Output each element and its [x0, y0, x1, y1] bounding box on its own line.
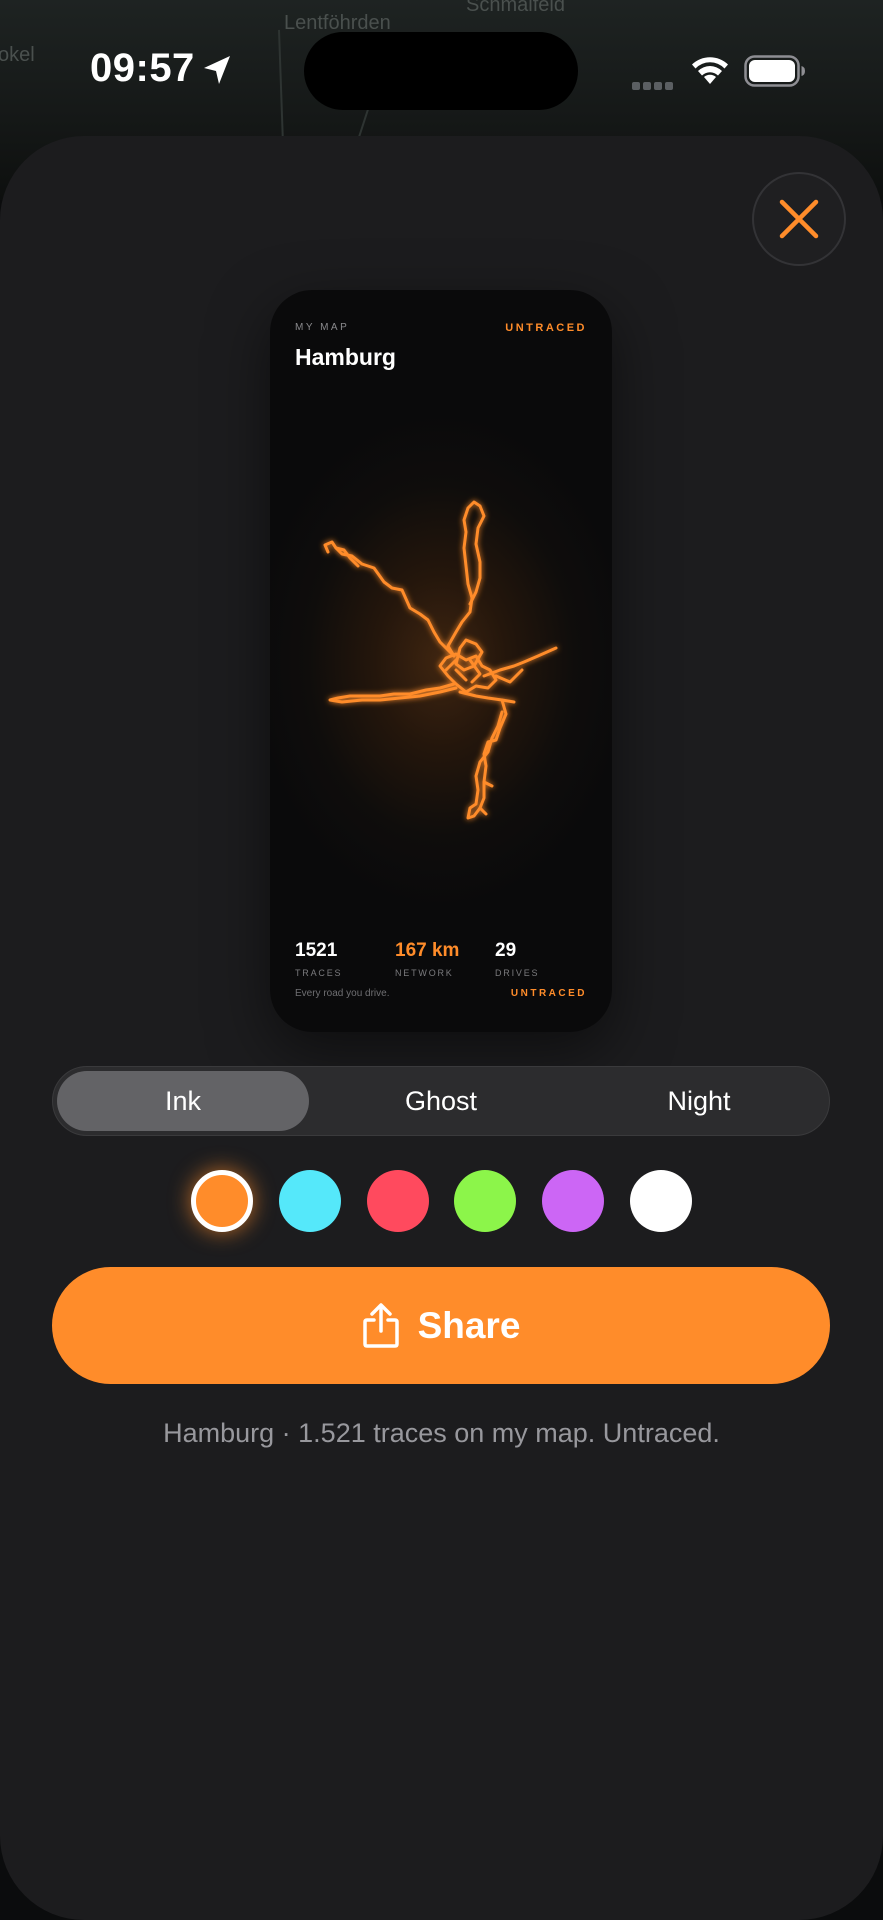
stat-value: 29	[495, 940, 517, 961]
color-swatch-cyan[interactable]	[279, 1170, 341, 1232]
trace-map	[323, 500, 558, 820]
style-option-ink[interactable]: Ink	[57, 1071, 309, 1131]
location-arrow-icon	[204, 56, 230, 84]
color-swatch-orange[interactable]	[191, 1170, 253, 1232]
status-time: 09:57	[90, 46, 195, 90]
status-bar: 09:57	[0, 0, 883, 120]
stat-drives: 29 DRIVES	[495, 940, 539, 978]
map-preview-card: MY MAP UNTRACED Hamburg 1521 TRACES 167 …	[270, 290, 612, 1032]
share-button[interactable]: Share	[52, 1267, 830, 1384]
stat-value: 167 km	[395, 940, 460, 961]
wifi-icon	[692, 57, 728, 84]
stat-label: NETWORK	[395, 968, 454, 978]
stat-label: TRACES	[295, 968, 343, 978]
card-brand: UNTRACED	[505, 322, 587, 334]
card-kicker: MY MAP	[295, 322, 350, 333]
card-brand-bottom: UNTRACED	[510, 988, 587, 999]
stat-value: 1521	[295, 940, 338, 961]
style-option-night[interactable]: Night	[573, 1071, 825, 1131]
share-caption: Hamburg · 1.521 traces on my map. Untrac…	[163, 1418, 720, 1448]
stat-network: 167 km NETWORK	[395, 940, 459, 978]
close-button[interactable]	[752, 172, 846, 266]
color-swatch-white[interactable]	[630, 1170, 692, 1232]
stat-label: DRIVES	[495, 968, 540, 978]
card-tagline: Every road you drive.	[295, 988, 390, 999]
share-icon	[362, 1302, 399, 1348]
battery-icon	[744, 55, 805, 87]
card-city-title: Hamburg	[295, 344, 396, 370]
close-icon	[779, 199, 819, 239]
dynamic-island	[304, 32, 578, 110]
color-swatch-green[interactable]	[454, 1170, 516, 1232]
share-button-label: Share	[417, 1304, 521, 1346]
signal-icon	[632, 77, 676, 95]
style-option-ghost[interactable]: Ghost	[315, 1071, 567, 1131]
color-swatch-red[interactable]	[367, 1170, 429, 1232]
stat-traces: 1521 TRACES	[295, 940, 342, 978]
color-swatch-purple[interactable]	[542, 1170, 604, 1232]
style-segmented-control: Ink Ghost Night	[52, 1066, 830, 1136]
